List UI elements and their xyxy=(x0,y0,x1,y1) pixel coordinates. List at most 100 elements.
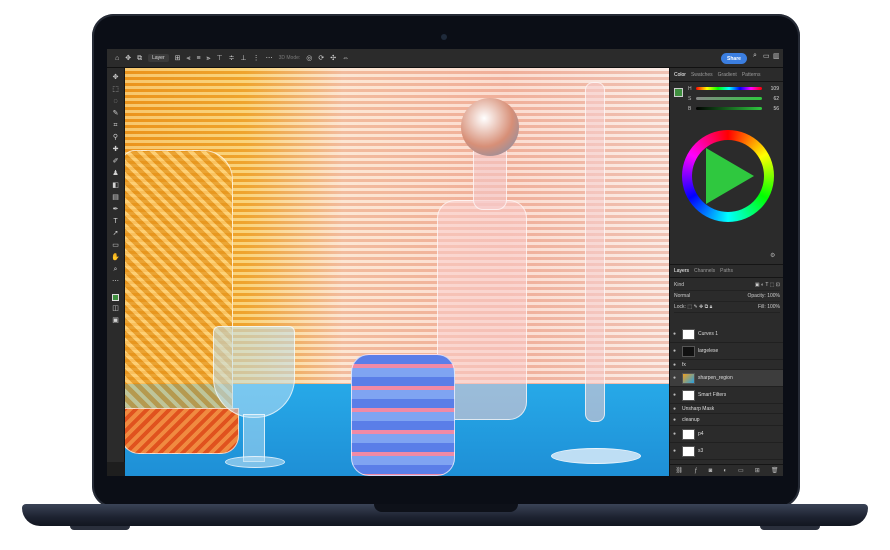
distribute-icon[interactable]: ⋮ xyxy=(253,55,260,62)
adjustment-icon[interactable]: ◐ xyxy=(723,468,727,474)
layer-row[interactable]: ● largelese xyxy=(670,343,783,360)
saturation-track[interactable] xyxy=(696,97,762,100)
hand-icon[interactable]: ✋ xyxy=(110,254,122,262)
visibility-eye-icon[interactable]: ● xyxy=(673,375,679,381)
trash-icon[interactable]: 🗑︎ xyxy=(771,467,779,474)
brightness-track[interactable] xyxy=(696,107,762,110)
layer-row[interactable]: ● cleanup xyxy=(670,414,783,426)
move-tool-icon[interactable]: ✥ xyxy=(125,55,131,62)
align-right-icon[interactable]: ⫸ xyxy=(207,55,211,62)
fx-icon[interactable]: ƒ xyxy=(694,468,697,474)
more-options-icon[interactable]: ⋯ xyxy=(266,55,273,62)
transform-controls-icon[interactable]: ⊞ xyxy=(175,55,181,62)
hue-track[interactable] xyxy=(696,87,762,90)
hue-value[interactable]: 109 xyxy=(765,86,779,92)
tab-patterns[interactable]: Patterns xyxy=(742,72,761,78)
crop-icon[interactable]: ⌗ xyxy=(110,122,122,130)
auto-select-icon[interactable]: ⧉ xyxy=(137,55,142,62)
options-bar: ⌂ ✥ ⧉ Layer ⊞ ⫷ ≡ ⫸ ⊤ ≑ ⊥ ⋮ ⋯ 3D Mode: ◎… xyxy=(107,49,783,68)
layer-row[interactable]: ● s3 xyxy=(670,443,783,460)
rectangle-icon[interactable]: ▭ xyxy=(110,242,122,250)
color-wheel[interactable] xyxy=(682,130,774,222)
saturation-slider[interactable]: S 62 xyxy=(688,94,779,103)
marquee-icon[interactable]: ⬚ xyxy=(110,86,122,94)
slide-icon[interactable]: ⇔ xyxy=(342,55,349,62)
eyedropper-icon[interactable]: ⚲ xyxy=(110,134,122,142)
saturation-value[interactable]: 62 xyxy=(765,96,779,102)
align-middle-icon[interactable]: ≑ xyxy=(229,55,235,62)
hue-slider[interactable]: H 109 xyxy=(688,84,779,93)
gradient-icon[interactable]: ▤ xyxy=(110,194,122,202)
tab-gradient[interactable]: Gradient xyxy=(718,72,737,78)
screen-mode-icon[interactable]: ▣ xyxy=(110,317,122,325)
layer-row[interactable]: ● Smart Filters xyxy=(670,387,783,404)
search-icon[interactable]: ⌕ xyxy=(753,52,757,60)
healing-icon[interactable]: ✚ xyxy=(110,146,122,154)
brightness-value[interactable]: 56 xyxy=(765,106,779,112)
color-wheel-center xyxy=(692,140,764,212)
kind-filter[interactable]: Kind xyxy=(674,282,684,288)
color-triangle[interactable] xyxy=(706,148,754,204)
tall-stem-glass-image xyxy=(585,82,605,422)
type-icon[interactable]: T xyxy=(110,218,122,226)
foreground-color-swatch[interactable] xyxy=(112,294,119,301)
tab-channels[interactable]: Channels xyxy=(694,268,715,274)
align-center-icon[interactable]: ≡ xyxy=(196,55,200,62)
layer-row[interactable]: ● Unsharp Mask xyxy=(670,404,783,414)
roll-icon[interactable]: ⟳ xyxy=(318,55,324,62)
lock-icons[interactable]: ⬚ ✎ ✥ ⧉ 🔒︎ xyxy=(687,304,712,310)
blend-mode-select[interactable]: Normal xyxy=(674,293,690,299)
tab-layers[interactable]: Layers xyxy=(674,268,689,274)
new-layer-icon[interactable]: ⊞ xyxy=(755,467,760,474)
path-select-icon[interactable]: ➚ xyxy=(110,230,122,238)
layer-row[interactable]: ● sharpen_region xyxy=(670,370,783,387)
stamp-icon[interactable]: ♟ xyxy=(110,170,122,178)
visibility-eye-icon[interactable]: ● xyxy=(673,348,679,354)
visibility-eye-icon[interactable]: ● xyxy=(673,362,679,368)
align-left-icon[interactable]: ⫷ xyxy=(187,55,191,62)
share-button[interactable]: Share xyxy=(721,53,747,64)
visibility-eye-icon[interactable]: ● xyxy=(673,392,679,398)
filter-icons[interactable]: ▣ ◐ T ⬚ ⊡ xyxy=(755,282,780,288)
home-icon[interactable]: ⌂ xyxy=(115,55,119,62)
layer-row[interactable]: ● p4 xyxy=(670,426,783,443)
kind-filter-row: Kind ▣ ◐ T ⬚ ⊡ xyxy=(674,280,780,291)
link-icon[interactable]: ⛓ xyxy=(676,467,684,474)
quick-select-icon[interactable]: ✎ xyxy=(110,110,122,118)
layer-row[interactable]: ● Curves 1 xyxy=(670,326,783,343)
layer-name: p4 xyxy=(698,431,704,437)
pan-icon[interactable]: ✣ xyxy=(330,55,336,62)
orbit-icon[interactable]: ◎ xyxy=(306,55,312,62)
visibility-eye-icon[interactable]: ● xyxy=(673,448,679,454)
laptop-notch xyxy=(374,504,518,512)
mask-icon[interactable]: ◙ xyxy=(709,468,713,474)
align-top-icon[interactable]: ⊤ xyxy=(217,55,223,62)
more-tools-icon[interactable]: ⋯ xyxy=(110,278,122,286)
brush-icon[interactable]: ✐ xyxy=(110,158,122,166)
visibility-eye-icon[interactable]: ● xyxy=(673,417,679,423)
eraser-icon[interactable]: ◧ xyxy=(110,182,122,190)
workspace-icon[interactable]: ▭ xyxy=(763,52,770,60)
visibility-eye-icon[interactable]: ● xyxy=(673,431,679,437)
panels-icon[interactable]: ▥ xyxy=(773,52,780,60)
document-canvas[interactable] xyxy=(125,68,669,476)
tab-color[interactable]: Color xyxy=(674,72,686,78)
zoom-icon[interactable]: ⌕ xyxy=(110,266,122,274)
color-panel-swatch[interactable] xyxy=(674,88,683,97)
layer-row[interactable]: ● fx xyxy=(670,360,783,370)
group-icon[interactable]: ▭ xyxy=(738,467,744,474)
tab-swatches[interactable]: Swatches xyxy=(691,72,713,78)
visibility-eye-icon[interactable]: ● xyxy=(673,331,679,337)
fill-value[interactable]: 100% xyxy=(767,304,780,310)
brightness-slider[interactable]: B 56 xyxy=(688,104,779,113)
layer-select[interactable]: Layer xyxy=(148,54,169,62)
align-bottom-icon[interactable]: ⊥ xyxy=(240,55,246,62)
pen-icon[interactable]: ✒ xyxy=(110,206,122,214)
tab-paths[interactable]: Paths xyxy=(720,268,733,274)
lasso-icon[interactable]: ◌ xyxy=(110,98,122,106)
quick-mask-icon[interactable]: ◫ xyxy=(110,305,122,313)
opacity-value[interactable]: 100% xyxy=(767,293,780,299)
panel-settings-icon[interactable]: ⚙ xyxy=(770,252,775,259)
visibility-eye-icon[interactable]: ● xyxy=(673,406,679,412)
move-icon[interactable]: ✥ xyxy=(110,74,122,82)
